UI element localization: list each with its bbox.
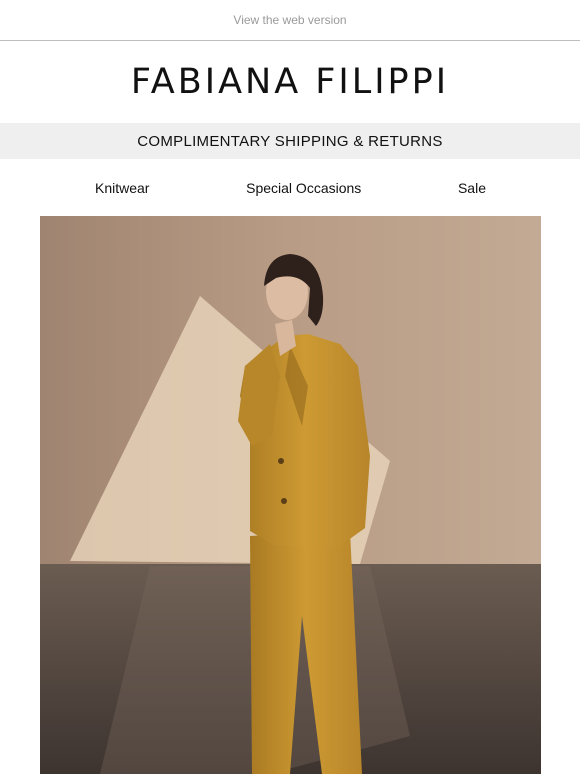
shipping-banner: COMPLIMENTARY SHIPPING & RETURNS	[0, 123, 580, 159]
nav-item-sale[interactable]: Sale	[458, 180, 486, 196]
view-web-version-link[interactable]: View the web version	[233, 13, 346, 27]
hero-photo-illustration	[40, 216, 541, 774]
web-version-bar: View the web version	[0, 0, 580, 40]
brand-logo[interactable]: FABIANA FILIPPI	[0, 41, 580, 123]
category-nav: Knitwear Special Occasions Sale	[0, 159, 580, 217]
button-2	[281, 498, 287, 504]
button-1	[278, 458, 284, 464]
hero-image[interactable]	[40, 216, 541, 774]
nav-item-special-occasions[interactable]: Special Occasions	[246, 180, 361, 196]
nav-item-knitwear[interactable]: Knitwear	[95, 180, 149, 196]
